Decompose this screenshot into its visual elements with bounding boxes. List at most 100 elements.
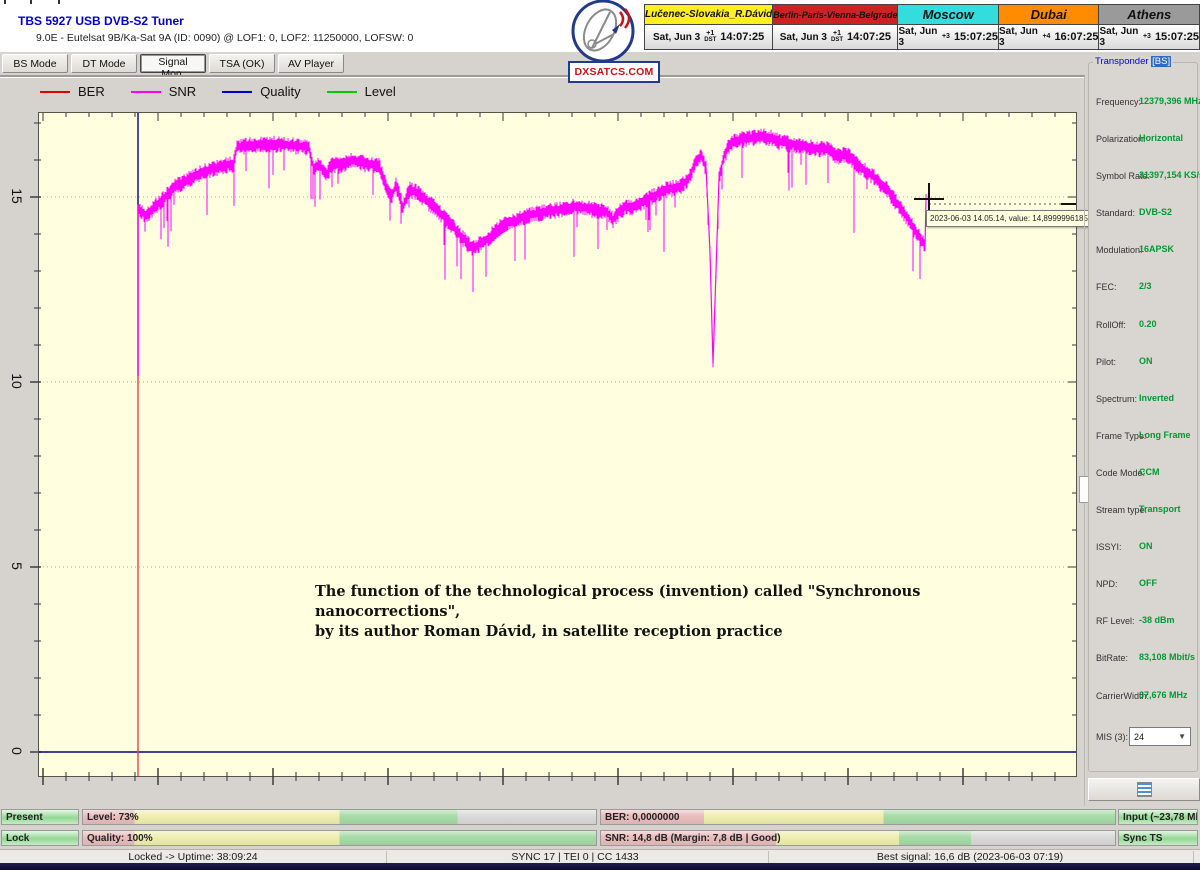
mode-toolbar: BS ModeDT ModeSignal Mon.TSA (OK)AV Play… <box>0 52 1087 75</box>
transponder-row-stream-type-: Stream type:Transport <box>1089 493 1197 530</box>
transponder-value: 2/3 <box>1139 281 1152 291</box>
statusbar-divider <box>386 851 387 863</box>
clock-date: Sat, Jun 3 <box>999 26 1038 48</box>
transponder-value: Inverted <box>1139 393 1174 403</box>
signal-monitor-plot[interactable] <box>38 112 1077 777</box>
indicator-bar-label: Sync TS <box>1123 833 1162 844</box>
transponder-label: Standard: <box>1096 208 1135 218</box>
clock-date: Sat, Jun 3 <box>1099 26 1138 48</box>
clock-utc-offset: +4 <box>1042 34 1050 40</box>
clock-utc-offset: +3 <box>942 34 950 40</box>
clock-time: 14:07:25 <box>720 31 764 43</box>
transponder-label: FEC: <box>1096 282 1117 292</box>
toolbar-button-bs-mode[interactable]: BS Mode <box>2 54 68 73</box>
transponder-row-fec-: FEC: 2/3 <box>1089 270 1197 307</box>
panel-divider <box>1084 76 1085 806</box>
y-axis-tick-label: 5 <box>9 562 25 570</box>
transponder-row-symbol-rate-: Symbol Rate:31397,154 KS/s <box>1089 159 1197 196</box>
legend-swatch-quality <box>222 91 252 93</box>
clock-berlin-paris-vienna-belgrade: Berlin-Paris-Vienna-BelgradeSat, Jun 3+1… <box>772 4 898 50</box>
legend-item-quality: Quality <box>222 84 300 99</box>
indicator-bar-input: Input (~23,78 Mbps) <box>1118 809 1198 825</box>
transponder-row-frame-type-: Frame Type:Long Frame <box>1089 419 1197 456</box>
groupbox-title: Transponder [BS] <box>1093 56 1173 67</box>
toolbar-button-tsa-ok-[interactable]: TSA (OK) <box>209 54 275 73</box>
transponder-row-frequency-: Frequency:12379,396 MHz <box>1089 85 1197 122</box>
indicator-bar-label: Lock <box>6 833 29 844</box>
chart-tooltip: 2023-06-03 14.05.14, value: 14,899999618… <box>926 210 1094 227</box>
statusbar: Locked -> Uptime: 38:09:24SYNC 17 | TEI … <box>0 849 1200 864</box>
transponder-value: ON <box>1139 356 1153 366</box>
transponder-value: CCM <box>1139 467 1160 477</box>
transponder-row-rf-level-: RF Level: -38 dBm <box>1089 604 1197 641</box>
clock-time: 15:07:25 <box>954 31 998 43</box>
clock-utc-offset: +1DST <box>831 31 843 43</box>
y-axis-tick-label: 10 <box>9 373 25 389</box>
transponder-row-issyi-: ISSYI: ON <box>1089 530 1197 567</box>
annotation-line2: by its author Roman Dávid, in satellite … <box>315 622 995 642</box>
clock-utc-offset: +1DST <box>704 31 716 43</box>
y-axis-tick-label: 0 <box>9 747 25 755</box>
clock-city-label: Dubai <box>999 5 1099 25</box>
transponder-label: Modulation: <box>1096 245 1143 255</box>
statusbar-divider <box>768 851 769 863</box>
mis-label: MIS (3): <box>1096 732 1128 742</box>
transponder-label: ISSYI: <box>1096 542 1122 552</box>
legend-item-snr: SNR <box>131 84 196 99</box>
list-icon <box>1137 782 1152 797</box>
transponder-value: DVB-S2 <box>1139 207 1172 217</box>
transponder-value: Transport <box>1139 504 1181 514</box>
chart-legend: BERSNRQualityLevel <box>40 84 396 99</box>
transponder-row-pilot-: Pilot: ON <box>1089 345 1197 382</box>
legend-swatch-ber <box>40 91 70 93</box>
toolbar-button-av-player[interactable]: AV Player <box>278 54 344 73</box>
clock-city-label: Athens <box>1099 5 1199 25</box>
transponder-value: 0.20 <box>1139 319 1157 329</box>
legend-item-ber: BER <box>40 84 105 99</box>
legend-label: SNR <box>169 84 196 99</box>
transponder-value: -38 dBm <box>1139 615 1175 625</box>
transponder-row-npd-: NPD:OFF <box>1089 567 1197 604</box>
groupbox-title-tag: [BS] <box>1151 56 1171 67</box>
transponder-value: 83,108 Mbit/s <box>1139 652 1195 662</box>
window-bottom-edge <box>0 863 1200 870</box>
chevron-down-icon: ▼ <box>1178 732 1186 741</box>
mis-dropdown[interactable]: 24 ▼ <box>1129 727 1191 746</box>
clock-athens: AthensSat, Jun 3+315:07:25 <box>1098 4 1200 50</box>
clock-time-row: Sat, Jun 3+315:07:25 <box>898 25 998 49</box>
transponder-label: RollOff: <box>1096 320 1126 330</box>
transponder-label: Pilot: <box>1096 357 1116 367</box>
transponder-row-modulation-: Modulation:16APSK <box>1089 233 1197 270</box>
cropped-text-artifact <box>58 0 60 4</box>
transponder-value: ON <box>1139 541 1153 551</box>
transponder-value: 31397,154 KS/s <box>1139 170 1200 180</box>
cropped-text-artifact <box>30 0 32 4</box>
tooltip-text: 2023-06-03 14.05.14, value: 14,899999618… <box>930 214 1101 223</box>
indicator-bar-ber: BER: 0,0000000 <box>600 809 1116 825</box>
groupbox-title-text: Transponder <box>1095 56 1149 67</box>
transponder-label: NPD: <box>1096 579 1118 589</box>
clock-dubai: DubaiSat, Jun 3+416:07:25 <box>998 4 1100 50</box>
transponder-row-rolloff-: RollOff: 0.20 <box>1089 308 1197 345</box>
legend-swatch-snr <box>131 91 161 93</box>
transport-list-button[interactable] <box>1088 778 1200 801</box>
transponder-value: 16APSK <box>1139 244 1174 254</box>
transponder-value: Horizontal <box>1139 133 1183 143</box>
clock-time: 15:07:25 <box>1155 31 1199 43</box>
indicator-bar-level: Level: 73% <box>82 809 597 825</box>
transponder-row-code-mode-: Code Mode:CCM <box>1089 456 1197 493</box>
indicator-bar-present: Present <box>1 809 79 825</box>
indicator-bar-syncts: Sync TS <box>1118 830 1198 846</box>
indicator-bar-label: Level: 73% <box>87 812 139 823</box>
dxsatcs-logo-text: DXSATCS.COM <box>568 61 660 83</box>
indicator-bar-label: Present <box>6 812 43 823</box>
transponder-value: 37,676 MHz <box>1139 690 1188 700</box>
toolbar-button-signal-mon-[interactable]: Signal Mon. <box>140 54 206 73</box>
mis-value: 24 <box>1134 732 1144 742</box>
toolbar-button-dt-mode[interactable]: DT Mode <box>71 54 137 73</box>
transponder-row-polarization-: Polarization:Horizontal <box>1089 122 1197 159</box>
chart-annotation: The function of the technological proces… <box>315 582 995 642</box>
toolbar-separator <box>0 75 1085 78</box>
y-axis-tick-label: 15 <box>9 188 25 204</box>
transponder-label: RF Level: <box>1096 616 1135 626</box>
